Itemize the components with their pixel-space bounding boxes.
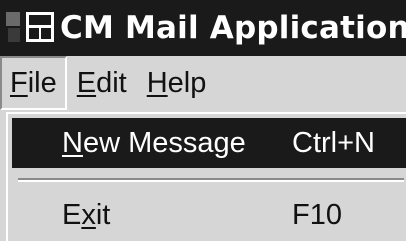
menu-edit-label: dit [96,66,127,99]
menu-item-exit[interactable]: Exit F10 [12,190,406,240]
new-message-label-rest: ew Message [82,126,246,159]
exit-label: Exit [12,199,292,232]
app-window: CM Mail Application File Edit Help New M… [0,0,406,241]
new-message-mnemonic: N [62,126,83,159]
menu-file-mnemonic: F [10,66,28,99]
title-bar[interactable]: CM Mail Application [0,0,406,56]
new-message-label: New Message [12,127,292,160]
mail-app-icon [4,5,58,51]
menu-edit-mnemonic: E [76,66,97,99]
menu-file[interactable]: File [0,56,67,110]
window-title: CM Mail Application [60,10,406,46]
menu-help[interactable]: Help [137,56,217,110]
menu-help-mnemonic: H [146,66,168,99]
file-menu-dropdown: New Message Ctrl+N Exit F10 [6,112,406,241]
menu-separator [18,178,404,182]
menu-bar: File Edit Help [0,56,406,110]
menu-help-label: elp [167,66,207,99]
exit-label-pre: E [62,198,82,231]
new-message-shortcut: Ctrl+N [292,126,375,159]
menu-item-new-message[interactable]: New Message Ctrl+N [12,118,406,168]
exit-label-rest: it [95,198,111,231]
menu-edit[interactable]: Edit [67,56,137,110]
menu-file-label: ile [27,66,57,99]
exit-shortcut: F10 [292,198,342,231]
exit-mnemonic: x [81,198,96,231]
